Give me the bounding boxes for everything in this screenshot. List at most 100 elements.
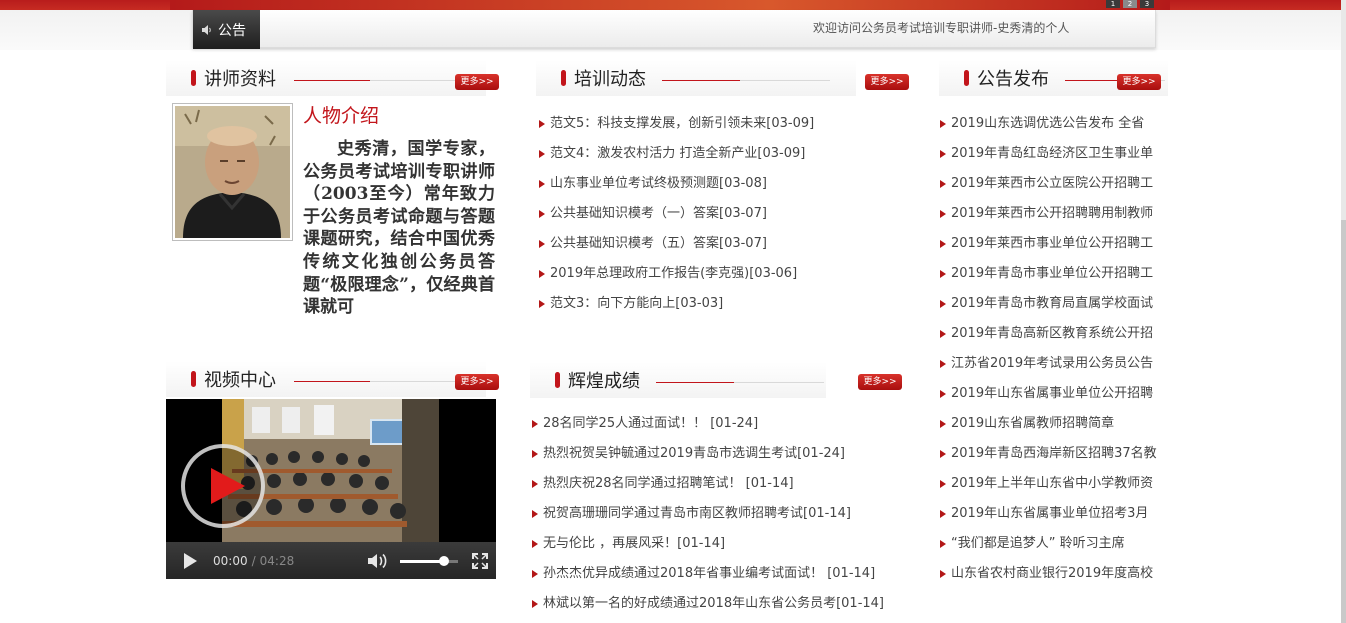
announce-link[interactable]: “我们都是追梦人” 聆听习主席 bbox=[951, 529, 1125, 559]
teacher-more-button[interactable]: 更多>> bbox=[455, 74, 499, 90]
announce-link[interactable]: 2019年上半年山东省中小学教师资 bbox=[951, 469, 1153, 499]
page-scrollbar[interactable] bbox=[1341, 0, 1346, 623]
list-item[interactable]: 山东事业单位考试终极预测题[03-08] bbox=[539, 169, 869, 199]
profile-text: 史秀清，国学专家，公务员考试培训专职讲师（2003至今）常年致力于公务员考试命题… bbox=[303, 139, 495, 316]
fullscreen-icon[interactable] bbox=[472, 553, 488, 569]
volume-handle[interactable] bbox=[438, 556, 449, 566]
list-item[interactable]: 孙杰杰优异成绩通过2018年省事业编考试面试！ [01-14] bbox=[532, 559, 912, 589]
arrow-icon bbox=[539, 120, 545, 128]
list-item[interactable]: 2019山东省属教师招聘简章 bbox=[940, 409, 1165, 439]
list-item[interactable]: 2019年青岛市事业单位公开招聘工 bbox=[940, 259, 1165, 289]
video-player[interactable]: 00:00 / 04:28 bbox=[166, 399, 496, 579]
list-item[interactable]: 范文3：向下方能向上[03-03] bbox=[539, 289, 869, 319]
play-icon[interactable] bbox=[184, 552, 197, 569]
profile-heading[interactable]: 人物介绍 bbox=[303, 101, 379, 128]
list-item[interactable]: 公共基础知识模考（一）答案[03-07] bbox=[539, 199, 869, 229]
announce-link[interactable]: 2019年莱西市公立医院公开招聘工 bbox=[951, 169, 1153, 199]
announce-link[interactable]: 2019年莱西市公开招聘聘用制教师 bbox=[951, 199, 1153, 229]
arrow-icon bbox=[940, 150, 946, 158]
list-item[interactable]: 2019年青岛红岛经济区卫生事业单 bbox=[940, 139, 1165, 169]
training-link[interactable]: 范文5：科技支撑发展，创新引领未来[03-09] bbox=[550, 109, 814, 139]
teacher-photo bbox=[172, 103, 293, 241]
list-item[interactable]: 2019年青岛市教育局直属学校面试 bbox=[940, 289, 1165, 319]
notice-marquee[interactable]: 欢迎访问公务员考试培训专职讲师-史秀清的个人 bbox=[813, 19, 1069, 36]
section-video-title: 视频中心 bbox=[204, 370, 276, 391]
video-controls: 00:00 / 04:28 bbox=[166, 542, 496, 579]
arrow-icon bbox=[940, 480, 946, 488]
speaker-icon bbox=[202, 24, 211, 35]
list-item[interactable]: 2019年青岛西海岸新区招聘37名教 bbox=[940, 439, 1165, 469]
results-link[interactable]: 祝贺高珊珊同学通过青岛市南区教师招聘考试[01-14] bbox=[543, 499, 851, 529]
section-marker bbox=[191, 371, 196, 387]
arrow-icon bbox=[532, 570, 538, 578]
training-link[interactable]: 范文4：激发农村活力 打造全新产业[03-09] bbox=[550, 139, 805, 169]
arrow-icon bbox=[940, 270, 946, 278]
list-item[interactable]: 林斌以第一名的好成绩通过2018年山东省公务员考[01-14] bbox=[532, 589, 912, 619]
banner-page-1[interactable]: 1 bbox=[1106, 0, 1120, 8]
list-item[interactable]: 2019年总理政府工作报告(李克强)[03-06] bbox=[539, 259, 869, 289]
list-item[interactable]: 祝贺高珊珊同学通过青岛市南区教师招聘考试[01-14] bbox=[532, 499, 912, 529]
list-item[interactable]: 热烈祝贺吴钟毓通过2019青岛市选调生考试[01-24] bbox=[532, 439, 912, 469]
section-training-header: 培训动态 bbox=[536, 60, 856, 96]
list-item[interactable]: 无与伦比 ，再展风采！[01-14] bbox=[532, 529, 912, 559]
announce-link[interactable]: 山东省农村商业银行2019年度高校 bbox=[951, 559, 1153, 589]
announce-link[interactable]: 2019年青岛高新区教育系统公开招 bbox=[951, 319, 1153, 349]
play-icon bbox=[211, 468, 245, 504]
announce-link[interactable]: 2019年青岛红岛经济区卫生事业单 bbox=[951, 139, 1153, 169]
list-item[interactable]: 热烈庆祝28名同学通过招聘笔试！ [01-14] bbox=[532, 469, 912, 499]
list-item[interactable]: 2019年山东省属事业单位公开招聘 bbox=[940, 379, 1165, 409]
arrow-icon bbox=[940, 420, 946, 428]
results-list: 28名同学25人通过面试！！ [01-24] 热烈祝贺吴钟毓通过2019青岛市选… bbox=[532, 409, 912, 619]
list-item[interactable]: 2019年莱西市公立医院公开招聘工 bbox=[940, 169, 1165, 199]
training-link[interactable]: 公共基础知识模考（五）答案[03-07] bbox=[550, 229, 767, 259]
list-item[interactable]: 公共基础知识模考（五）答案[03-07] bbox=[539, 229, 869, 259]
announce-link[interactable]: 2019山东选调优选公告发布 全省 bbox=[951, 109, 1144, 139]
results-link[interactable]: 孙杰杰优异成绩通过2018年省事业编考试面试！ [01-14] bbox=[543, 559, 875, 589]
announce-link[interactable]: 2019年山东省属事业单位招考3月 bbox=[951, 499, 1148, 529]
current-time: 00:00 bbox=[213, 553, 248, 568]
training-link[interactable]: 山东事业单位考试终极预测题[03-08] bbox=[550, 169, 767, 199]
list-item[interactable]: 范文4：激发农村活力 打造全新产业[03-09] bbox=[539, 139, 869, 169]
training-link[interactable]: 公共基础知识模考（一）答案[03-07] bbox=[550, 199, 767, 229]
list-item[interactable]: 2019年莱西市公开招聘聘用制教师 bbox=[940, 199, 1165, 229]
section-divider bbox=[656, 382, 824, 383]
training-link[interactable]: 范文3：向下方能向上[03-03] bbox=[550, 289, 723, 319]
list-item[interactable]: 2019山东选调优选公告发布 全省 bbox=[940, 109, 1165, 139]
scrollbar-thumb[interactable] bbox=[1341, 220, 1346, 623]
section-marker bbox=[964, 70, 969, 86]
list-item[interactable]: “我们都是追梦人” 聆听习主席 bbox=[940, 529, 1165, 559]
arrow-icon bbox=[940, 450, 946, 458]
announce-link[interactable]: 2019年青岛市教育局直属学校面试 bbox=[951, 289, 1153, 319]
big-play-button[interactable] bbox=[181, 444, 265, 528]
list-item[interactable]: 2019年青岛高新区教育系统公开招 bbox=[940, 319, 1165, 349]
announce-link[interactable]: 2019山东省属教师招聘简章 bbox=[951, 409, 1114, 439]
time-separator: / bbox=[251, 553, 256, 568]
announce-link[interactable]: 江苏省2019年考试录用公务员公告 bbox=[951, 349, 1153, 379]
list-item[interactable]: 山东省农村商业银行2019年度高校 bbox=[940, 559, 1165, 589]
list-item[interactable]: 2019年莱西市事业单位公开招聘工 bbox=[940, 229, 1165, 259]
video-more-button[interactable]: 更多>> bbox=[455, 374, 499, 390]
banner-page-2[interactable]: 2 bbox=[1123, 0, 1137, 8]
results-more-button[interactable]: 更多>> bbox=[858, 374, 902, 390]
results-link[interactable]: 无与伦比 ，再展风采！[01-14] bbox=[543, 529, 725, 559]
list-item[interactable]: 2019年山东省属事业单位招考3月 bbox=[940, 499, 1165, 529]
announce-link[interactable]: 2019年青岛市事业单位公开招聘工 bbox=[951, 259, 1153, 289]
list-item[interactable]: 江苏省2019年考试录用公务员公告 bbox=[940, 349, 1165, 379]
notice-tag: 公告 bbox=[193, 10, 260, 49]
training-link[interactable]: 2019年总理政府工作报告(李克强)[03-06] bbox=[550, 259, 797, 289]
announce-more-button[interactable]: 更多>> bbox=[1117, 74, 1161, 90]
results-link[interactable]: 热烈庆祝28名同学通过招聘笔试！ [01-14] bbox=[543, 469, 794, 499]
list-item[interactable]: 范文5：科技支撑发展，创新引领未来[03-09] bbox=[539, 109, 869, 139]
announce-link[interactable]: 2019年山东省属事业单位公开招聘 bbox=[951, 379, 1153, 409]
volume-slider[interactable] bbox=[400, 556, 458, 566]
list-item[interactable]: 2019年上半年山东省中小学教师资 bbox=[940, 469, 1165, 499]
training-more-button[interactable]: 更多>> bbox=[865, 74, 909, 90]
results-link[interactable]: 林斌以第一名的好成绩通过2018年山东省公务员考[01-14] bbox=[543, 589, 884, 619]
announce-link[interactable]: 2019年莱西市事业单位公开招聘工 bbox=[951, 229, 1153, 259]
list-item[interactable]: 28名同学25人通过面试！！ [01-24] bbox=[532, 409, 912, 439]
volume-icon[interactable] bbox=[367, 553, 389, 569]
announce-link[interactable]: 2019年青岛西海岸新区招聘37名教 bbox=[951, 439, 1157, 469]
results-link[interactable]: 28名同学25人通过面试！！ [01-24] bbox=[543, 409, 758, 439]
results-link[interactable]: 热烈祝贺吴钟毓通过2019青岛市选调生考试[01-24] bbox=[543, 439, 845, 469]
banner-page-3[interactable]: 3 bbox=[1140, 0, 1154, 8]
